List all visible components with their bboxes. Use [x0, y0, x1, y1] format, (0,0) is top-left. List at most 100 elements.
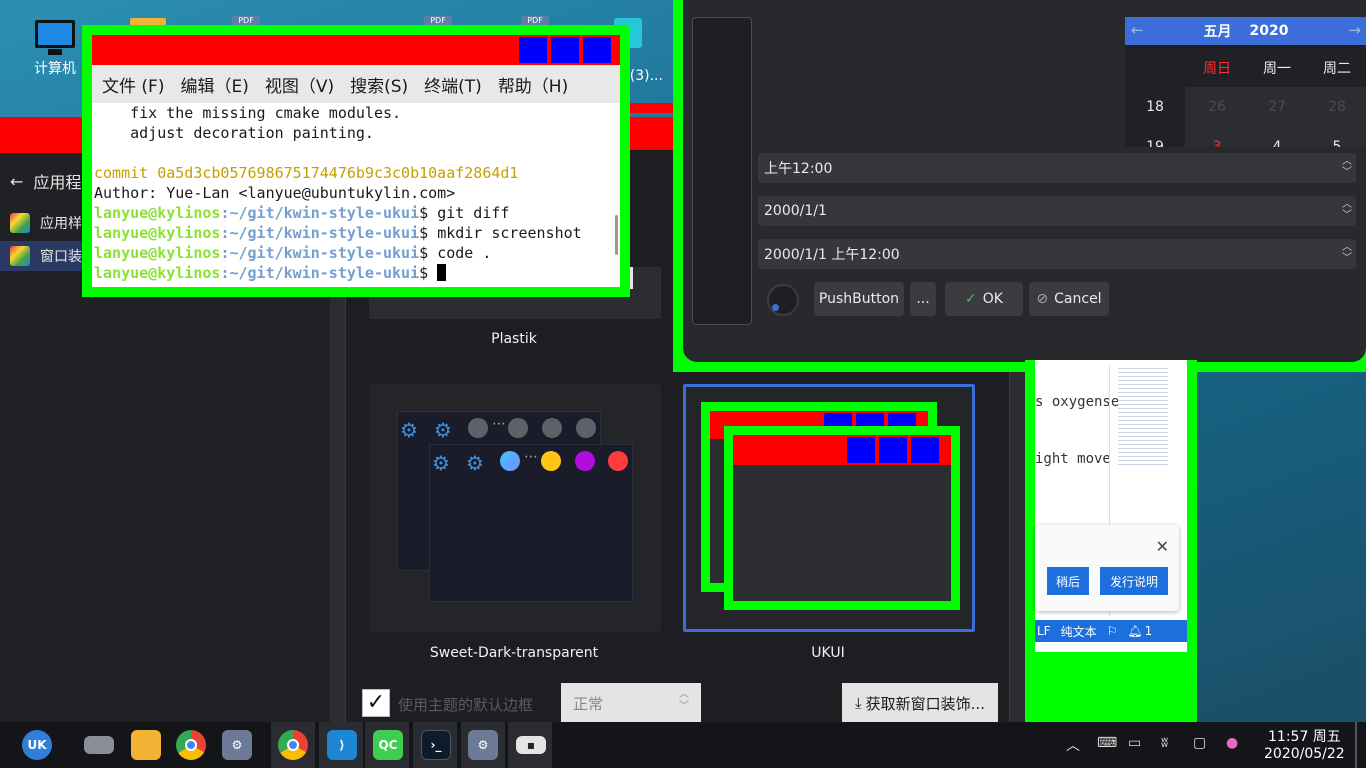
spin-arrows-icon[interactable]: ︿ ﹀: [1342, 156, 1352, 178]
border-size-select[interactable]: 正常 ︿ ﹀: [561, 683, 701, 723]
menu-terminal[interactable]: 终端(T): [424, 72, 482, 97]
start-menu-button[interactable]: UK: [22, 730, 52, 760]
theme-label-sweet-dark: Sweet-Dark-transparent: [429, 645, 599, 661]
preview-window-front: [429, 444, 633, 602]
keyboard-icon[interactable]: ⌨: [1097, 735, 1117, 751]
theme-thumb-ukui[interactable]: [683, 384, 975, 632]
calendar-day[interactable]: 4: [1247, 139, 1307, 147]
vscode-icon[interactable]: ⟩: [327, 730, 357, 760]
bell-icon[interactable]: 🔔︎: [1127, 624, 1142, 638]
close-button[interactable]: [583, 37, 611, 63]
chrome-window-icon[interactable]: [278, 730, 308, 760]
terminal-prompt-line: lanyue@kylinos:~/git/kwin-style-ukui$ co…: [94, 244, 492, 262]
frame-widget: [692, 17, 752, 325]
terminal-titlebar[interactable]: [92, 35, 620, 65]
terminal-prompt-line: lanyue@kylinos:~/git/kwin-style-ukui$ gi…: [94, 204, 510, 222]
button-preview-icon: [576, 418, 596, 438]
input-method-icon[interactable]: ●: [1226, 735, 1238, 751]
settings-app-icon[interactable]: ⚙: [222, 730, 252, 760]
clock-time[interactable]: 11:57 周五: [1268, 726, 1341, 746]
chrome-icon[interactable]: [176, 730, 206, 760]
desktop-icon-label: 计算机: [34, 61, 76, 77]
calendar-day[interactable]: 28: [1307, 99, 1366, 115]
show-desktop-button[interactable]: [1355, 722, 1357, 768]
theme-label-ukui: UKUI: [811, 645, 845, 661]
terminal-author-line: Author: Yue-Lan <lanyue@ubuntukylin.com>: [94, 184, 456, 202]
datetime-edit[interactable]: 2000/1/1 上午12:00 ︿ ﹀: [758, 239, 1356, 269]
calendar-day[interactable]: 26: [1187, 99, 1247, 115]
border-size-value: 正常: [573, 695, 604, 713]
terminal-cursor: [437, 264, 447, 281]
terminal-scrollbar[interactable]: [615, 215, 618, 255]
calendar-day[interactable]: 3: [1187, 139, 1247, 147]
calendar-month[interactable]: 五月: [1204, 21, 1232, 41]
widgets-frame: 五月 2020 ← → 周日 周一 周二 18 26 27 28 19 3 4 …: [683, 0, 1366, 362]
notification-icon[interactable]: ▢: [1193, 735, 1206, 751]
desktop-icon-computer[interactable]: 计算机: [20, 20, 90, 78]
spin-arrows-icon[interactable]: ︿ ﹀: [1342, 199, 1352, 221]
terminal-prompt-line: lanyue@kylinos:~/git/kwin-style-ukui$ mk…: [94, 224, 582, 242]
editor-text: s oxygense: [1035, 394, 1120, 410]
wifi-icon[interactable]: ʬ: [1161, 735, 1168, 751]
date-edit[interactable]: 2000/1/1 ︿ ﹀: [758, 196, 1356, 226]
spin-arrows-icon[interactable]: ︿ ﹀: [1342, 242, 1352, 264]
maximize-button[interactable]: [551, 37, 579, 63]
arrow-left-icon: ←: [10, 171, 24, 191]
calendar-day[interactable]: 5: [1307, 139, 1366, 147]
battery-icon[interactable]: ▭: [1128, 735, 1141, 751]
later-button[interactable]: 稍后: [1047, 567, 1089, 595]
editor-statusbar: LF 纯文本 ⚐ 🔔︎ 1: [1035, 620, 1187, 642]
menu-edit[interactable]: 编辑（E): [180, 72, 248, 97]
file-manager-icon[interactable]: [131, 730, 161, 760]
sidebar-back-label: 应用程: [33, 173, 82, 192]
calendar-header: 五月 2020: [1125, 17, 1366, 45]
minimize-button-icon: [541, 451, 561, 471]
maximize-button-icon: [575, 451, 595, 471]
status-language[interactable]: 纯文本: [1061, 623, 1097, 640]
date-edit-value: 2000/1/1: [764, 203, 827, 219]
widgets-app-icon[interactable]: ▪: [516, 736, 546, 754]
settings-window-icon[interactable]: ⚙: [468, 730, 498, 760]
multitask-view-icon[interactable]: [84, 736, 114, 754]
calendar-year[interactable]: 2020: [1250, 23, 1289, 39]
qtcreator-icon[interactable]: QC: [373, 730, 403, 760]
terminal-line: adjust decoration painting.: [94, 124, 374, 142]
terminal-icon[interactable]: ›_: [421, 730, 451, 760]
clock-date[interactable]: 2020/05/22: [1264, 746, 1345, 762]
menu-help[interactable]: 帮助（H): [498, 72, 568, 97]
push-button[interactable]: PushButton: [814, 282, 904, 316]
cancel-button[interactable]: ⊘ Cancel: [1029, 282, 1109, 316]
ellipsis-button[interactable]: ...: [910, 282, 936, 316]
bird-icon: ⚙: [466, 451, 484, 475]
get-new-decorations-button[interactable]: ⤓ 获取新窗口装饰...: [842, 683, 998, 723]
terminal-output[interactable]: fix the missing cmake modules. adjust de…: [92, 103, 620, 287]
menu-search[interactable]: 搜索(S): [350, 72, 408, 97]
weekday-sunday: 周日: [1203, 61, 1231, 77]
terminal-commit-line: commit 0a5d3cb057698675174476b9c3c0b10aa…: [94, 164, 519, 182]
terminal-line: fix the missing cmake modules.: [94, 104, 402, 122]
terminal-window: 文件 (F) 编辑（E) 视图（V) 搜索(S) 终端(T) 帮助（H) fix…: [82, 25, 630, 297]
cancel-icon: ⊘: [1036, 291, 1049, 307]
minimize-button[interactable]: [519, 37, 547, 63]
menu-view[interactable]: 视图（V): [265, 72, 334, 97]
arrow-right-icon[interactable]: →: [1348, 21, 1361, 39]
ok-button[interactable]: ✓ OK: [945, 282, 1023, 316]
close-icon[interactable]: ✕: [1156, 537, 1169, 556]
status-eol[interactable]: LF: [1037, 624, 1051, 638]
release-notes-button[interactable]: 发行说明: [1100, 567, 1168, 595]
bird-icon: ⚙: [432, 451, 450, 475]
chevron-up-icon[interactable]: ︿: [1066, 735, 1080, 755]
ellipsis-icon: ⋯: [492, 416, 506, 432]
button-preview-icon: [508, 418, 528, 438]
time-edit[interactable]: 上午12:00 ︿ ﹀: [758, 153, 1356, 183]
theme-label-plastik: Plastik: [491, 331, 537, 347]
dial-widget[interactable]: [767, 284, 799, 316]
arrow-left-icon[interactable]: ←: [1131, 21, 1144, 39]
terminal-prompt-line: lanyue@kylinos:~/git/kwin-style-ukui$: [94, 263, 620, 283]
help-button-icon: [500, 451, 520, 471]
calendar-day[interactable]: 27: [1247, 99, 1307, 115]
menu-file[interactable]: 文件 (F): [102, 72, 164, 97]
default-border-checkbox[interactable]: ✓: [362, 689, 390, 717]
feedback-icon[interactable]: ⚐: [1107, 624, 1118, 638]
terminal-menubar: 文件 (F) 编辑（E) 视图（V) 搜索(S) 终端(T) 帮助（H): [92, 65, 620, 103]
